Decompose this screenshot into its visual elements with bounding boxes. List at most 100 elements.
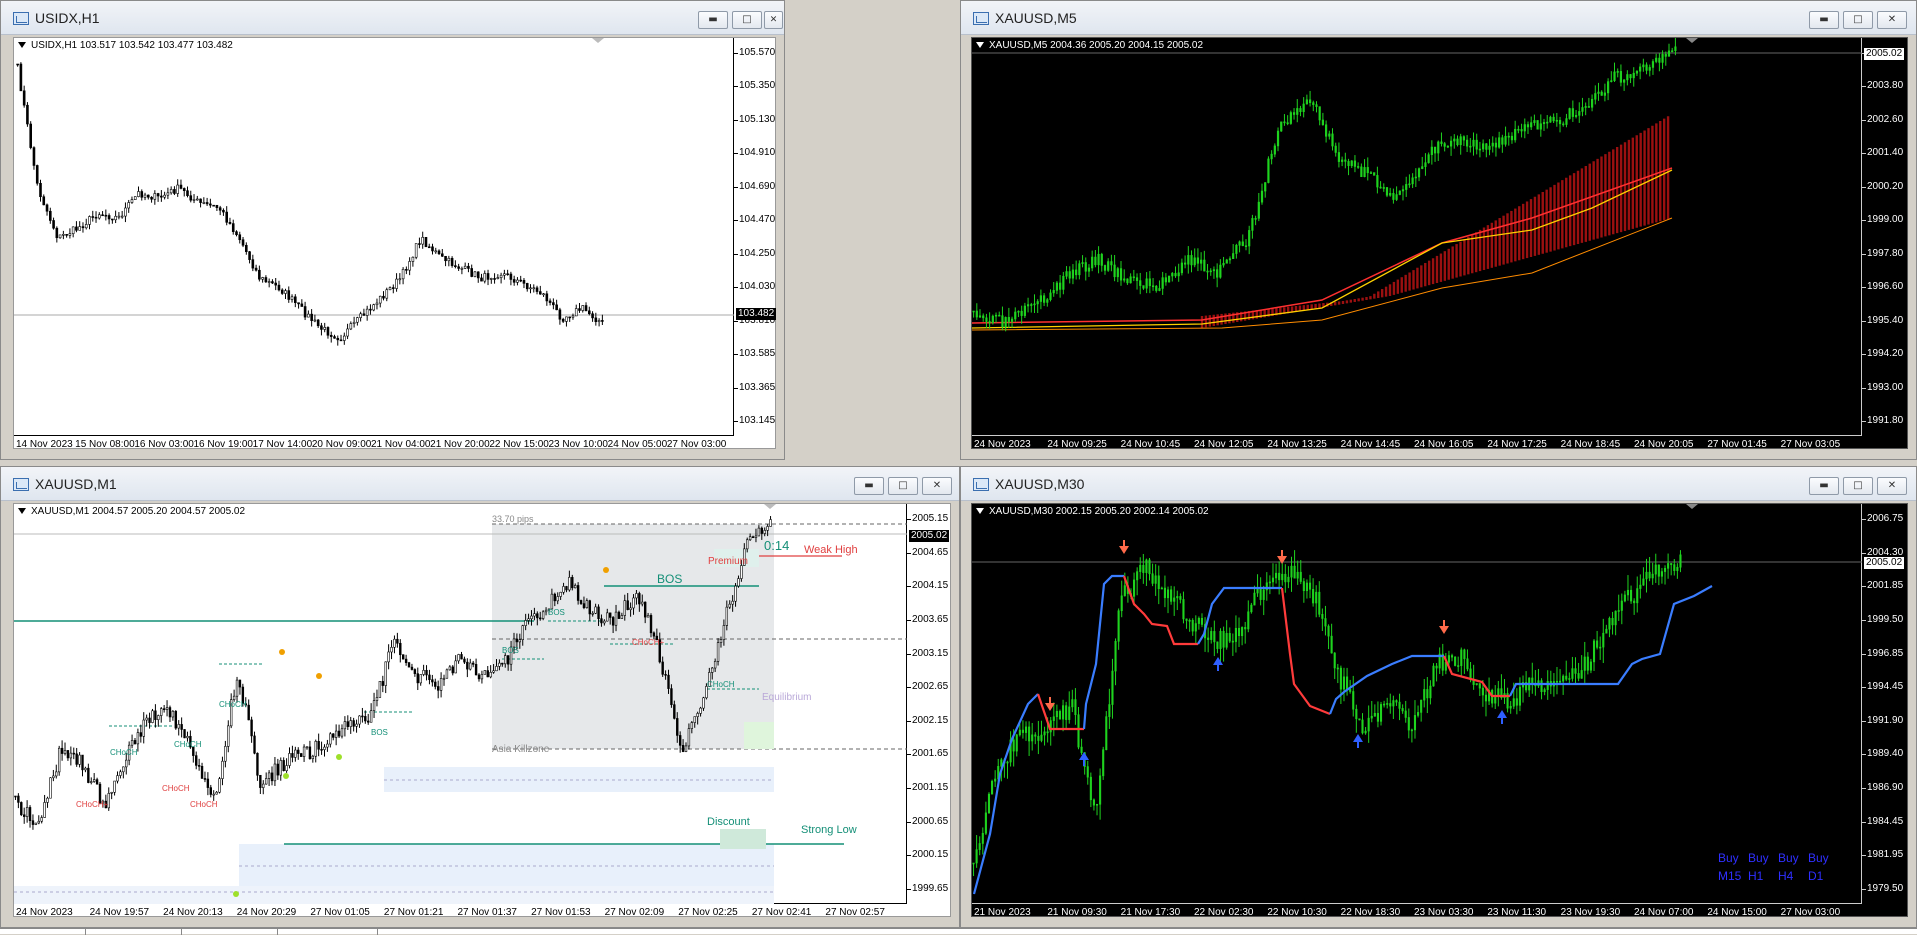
candle-body [1440,141,1443,144]
candle-body [332,733,335,738]
candle-body [498,662,501,667]
price-tick [1862,421,1866,422]
xau-m5-plot[interactable]: XAUUSD,M5 2004.36 2005.20 2004.15 2005.0… [972,38,1862,436]
dropdown-triangle-icon[interactable] [976,508,984,515]
chart-tabs-bar[interactable] [0,928,1917,935]
candle-body [264,778,268,785]
candle-body [503,273,506,276]
close-button[interactable]: ✕ [1877,11,1907,29]
candle-body [346,721,350,727]
maximize-button[interactable]: □ [1843,477,1873,495]
candle-body [279,760,282,776]
xau-m1-candles [14,504,907,904]
candle-body [95,779,99,785]
candle-body [1062,705,1065,720]
candle-body [1200,259,1203,264]
equilibrium-label: Equilibrium [762,692,812,703]
dropdown-triangle-icon[interactable] [18,42,26,49]
close-button[interactable]: ✕ [922,477,952,495]
candle-body [55,771,58,777]
chart-tab[interactable] [278,929,378,935]
xau-m5-titlebar[interactable]: XAUUSD,M5 ▬ □ ✕ [961,1,1916,35]
maximize-button[interactable]: □ [1843,11,1873,29]
xau-m30-chart-area[interactable]: XAUUSD,M30 2002.15 2005.20 2002.14 2005.… [971,503,1910,920]
candle-body [329,733,332,745]
candle-body [1077,714,1080,748]
candle-body [600,618,603,624]
price-tick-label: 2003.15 [912,647,949,659]
xau-m5-chart-area[interactable]: XAUUSD,M5 2004.36 2005.20 2004.15 2005.0… [971,37,1910,452]
candle-body [326,743,329,748]
candle-body [1253,592,1256,606]
candle-body [25,807,29,817]
candle-body [1498,137,1501,148]
maximize-button[interactable]: □ [888,477,918,495]
candle-body [32,147,36,166]
minimize-button[interactable]: ▬ [854,477,884,495]
candle-body [81,754,84,771]
candle-body [740,565,743,579]
candle-body [626,600,629,610]
candle-body [1052,290,1055,294]
candle-body [1283,121,1286,124]
chart-tab[interactable] [182,929,278,935]
minimize-button[interactable]: ▬ [1809,477,1839,495]
xau-m1-time-axis[interactable]: 24 Nov 2023 24 Nov 19:57 24 Nov 20:13 24 No… [14,904,907,920]
candle-body [385,289,389,299]
maximize-button[interactable]: □ [732,11,762,29]
minimize-button[interactable]: ▬ [1809,11,1839,29]
xau-m30-plot[interactable]: XAUUSD,M30 2002.15 2005.20 2002.14 2005.… [972,504,1862,904]
price-tick-label: 2002.60 [1867,113,1904,125]
chart-window-icon [13,12,29,25]
candle-body [384,661,387,686]
price-tick [1862,754,1866,756]
close-button[interactable]: ✕ [764,11,783,29]
candle-body [66,750,70,759]
candle-body [1376,713,1379,722]
chart-tab[interactable] [0,929,86,935]
candle-body [1339,667,1342,690]
usidx-titlebar[interactable]: USIDX,H1 ▬ □ ✕ [1,1,784,35]
candle-body [1259,588,1262,600]
candle-body [1262,589,1265,600]
candle-body [1036,301,1039,305]
usidx-plot[interactable]: USIDX,H1 103.517 103.542 103.477 103.482 [14,38,734,436]
candle-body [285,765,288,772]
price-tick-label: 2002.15 [912,714,949,726]
usidx-price-axis[interactable]: 105.570 105.350 105.130 104.910 104.690 104.4… [734,38,782,436]
dropdown-triangle-icon[interactable] [18,508,26,515]
xau-m5-time-axis[interactable]: 24 Nov 2023 24 Nov 09:25 24 Nov 10:45 24 No… [972,436,1862,452]
candle-body [1212,269,1216,272]
candle-body [1549,116,1552,123]
choch-label: CHoCH [219,700,247,709]
current-price-label: 2005.02 [1864,48,1905,60]
xau-m30-time-axis[interactable]: 21 Nov 2023 21 Nov 09:30 21 Nov 17:30 22 No… [972,904,1862,920]
candle-body [218,778,221,793]
candle-body [114,215,117,221]
close-button[interactable]: ✕ [1877,477,1907,495]
xau-m5-price-axis[interactable]: 2005.02 2003.80 2002.60 2001.40 2000.20 1999.… [1862,38,1910,436]
candle-body [463,658,466,663]
candle-body [1065,705,1068,720]
xau-m1-titlebar[interactable]: XAUUSD,M1 ▬ □ ✕ [1,467,959,501]
candle-body [274,282,278,286]
xau-m1-plot[interactable]: XAUUSD,M1 2004.57 2005.20 2004.57 2005.0… [14,504,907,904]
minimize-button[interactable]: ▬ [698,11,728,29]
time-tick-label: 24 Nov 09:25 [1047,439,1107,450]
xau-m30-price-axis[interactable]: 2006.75 2004.30 2001.85 1999.50 1996.85 1994.… [1862,504,1910,904]
usidx-chart-area[interactable]: USIDX,H1 103.517 103.542 103.477 103.482… [13,37,777,452]
candle-body [1472,139,1475,147]
candle-body [1581,107,1584,112]
candle-body [746,539,749,550]
xau-m1-chart-area[interactable]: XAUUSD,M1 2004.57 2005.20 2004.57 2005.0… [13,503,951,920]
candle-body [1207,637,1210,640]
xau-m1-price-axis[interactable]: 2005.15 2004.65 2004.15 2003.65 2003.15 2002.… [907,504,955,904]
dropdown-triangle-icon[interactable] [976,42,984,49]
chart-tab[interactable] [86,929,182,935]
usidx-time-axis[interactable]: 14 Nov 2023 15 Nov 08:00 16 Nov 03:00 16 No… [14,436,734,452]
candle-body [1145,559,1148,573]
candle-body [326,327,330,336]
candle-body [611,617,615,626]
xau-m30-titlebar[interactable]: XAUUSD,M30 ▬ □ ✕ [961,467,1916,501]
candle-body [215,204,219,208]
